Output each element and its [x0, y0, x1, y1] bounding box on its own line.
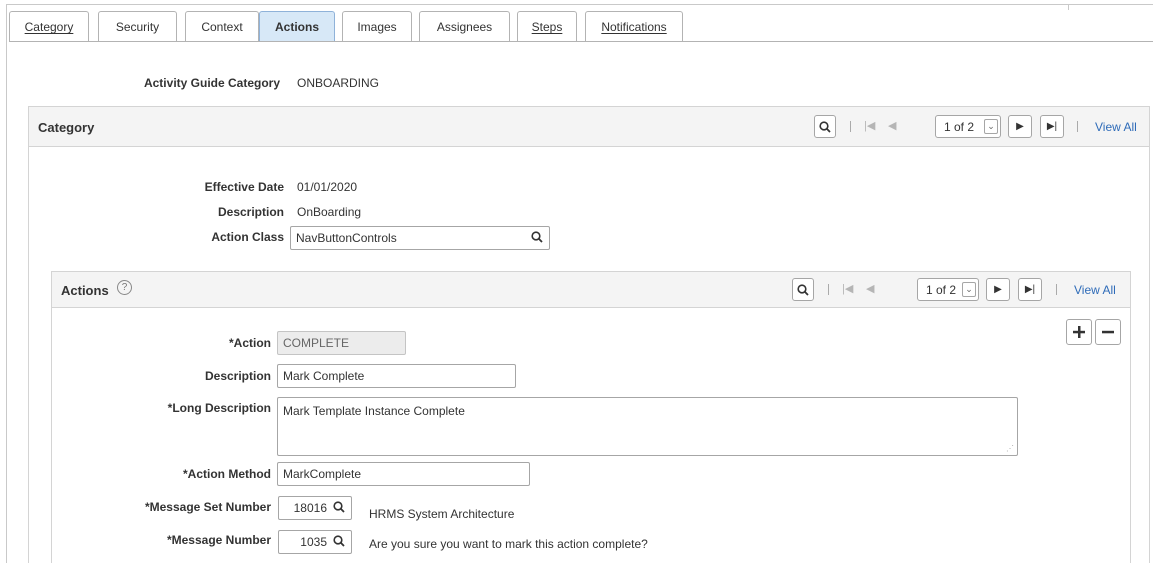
message-number-value: 1035 — [300, 535, 327, 549]
category-view-all-link[interactable]: View All — [1095, 120, 1137, 134]
tab-notifications[interactable]: Notifications — [585, 11, 683, 42]
pager-label: 1 of 2 — [926, 282, 957, 297]
last-page-icon[interactable]: ▶| — [1018, 278, 1042, 301]
action-class-value: NavButtonControls — [296, 231, 397, 245]
message-number-description: Are you sure you want to mark this actio… — [369, 537, 648, 551]
tab-label: Actions — [274, 20, 319, 34]
question-circle-icon[interactable]: ? — [117, 280, 132, 295]
message-number-field[interactable]: 1035 — [278, 530, 352, 554]
delete-row-button[interactable] — [1095, 319, 1121, 345]
top-border — [6, 4, 1153, 5]
actions-nav: |◀ ◀ 1 of 2 ⌄ ▶ ▶| View All — [792, 278, 1122, 302]
last-page-icon[interactable]: ▶| — [1040, 115, 1064, 138]
add-row-button[interactable] — [1066, 319, 1092, 345]
category-pager[interactable]: 1 of 2 ⌄ — [935, 115, 1001, 138]
next-icon[interactable]: ▶ — [1008, 115, 1032, 138]
message-set-number-label: *Message Set Number — [144, 500, 271, 514]
tab-baseline — [9, 41, 1153, 42]
first-page-icon: |◀ — [864, 120, 876, 132]
action-field: COMPLETE — [277, 331, 406, 355]
separator — [828, 284, 829, 295]
separator — [850, 121, 851, 132]
next-icon[interactable]: ▶ — [986, 278, 1010, 301]
description-label: Description — [204, 369, 271, 383]
description-field[interactable]: Mark Complete — [277, 364, 516, 388]
long-description-value: Mark Template Instance Complete — [283, 404, 465, 418]
tab-label: Context — [201, 20, 243, 34]
tab-label: Assignees — [436, 20, 493, 34]
action-method-field[interactable]: MarkComplete — [277, 462, 530, 486]
separator — [1056, 284, 1057, 295]
action-method-label: *Action Method — [183, 467, 271, 481]
tab-label: Notifications — [601, 20, 667, 34]
tab-context[interactable]: Context — [185, 11, 259, 42]
tab-steps[interactable]: Steps — [517, 11, 577, 42]
long-description-label: *Long Description — [167, 401, 271, 415]
activity-guide-category-label: Activity Guide Category — [143, 76, 280, 90]
search-icon[interactable] — [792, 278, 814, 301]
long-description-textarea[interactable]: Mark Template Instance Complete ⋰ — [277, 397, 1018, 456]
description-label: Description — [217, 205, 284, 219]
divider-tick — [1068, 5, 1069, 10]
activity-guide-category-value: ONBOARDING — [297, 76, 380, 90]
action-method-value: MarkComplete — [283, 467, 362, 481]
actions-panel-header: Actions |◀ ◀ 1 of 2 ⌄ ▶ ▶| View All — [52, 272, 1130, 308]
tab-label: Steps — [531, 20, 563, 34]
search-icon[interactable] — [531, 231, 543, 246]
left-border — [6, 4, 7, 563]
description-value: OnBoarding — [297, 205, 362, 219]
search-icon[interactable] — [814, 115, 836, 138]
description-value: Mark Complete — [283, 369, 365, 383]
tab-assignees[interactable]: Assignees — [419, 11, 510, 42]
search-icon[interactable] — [333, 501, 345, 516]
category-nav: |◀ ◀ 1 of 2 ⌄ ▶ ▶| View All — [814, 115, 1144, 139]
first-page-icon: |◀ — [842, 283, 854, 295]
previous-icon: ◀ — [866, 283, 875, 295]
category-panel-header: Category |◀ ◀ 1 of 2 ⌄ ▶ ▶| View All — [29, 107, 1149, 147]
actions-view-all-link[interactable]: View All — [1074, 283, 1116, 297]
actions-panel-title: Actions — [61, 283, 109, 298]
tab-actions[interactable]: Actions — [259, 11, 335, 42]
tab-label: Security — [115, 20, 160, 34]
tab-label: Images — [357, 20, 397, 34]
separator — [1077, 121, 1078, 132]
action-class-field[interactable]: NavButtonControls — [290, 226, 550, 250]
pager-label: 1 of 2 — [944, 119, 975, 134]
search-icon[interactable] — [333, 535, 345, 550]
resize-handle-icon[interactable]: ⋰ — [1006, 444, 1014, 453]
tab-category[interactable]: Category — [9, 11, 89, 42]
effective-date-value: 01/01/2020 — [297, 180, 358, 194]
action-value: COMPLETE — [283, 336, 350, 350]
chevron-down-icon: ⌄ — [962, 282, 976, 297]
previous-icon: ◀ — [888, 120, 897, 132]
tab-security[interactable]: Security — [98, 11, 177, 42]
category-panel-title: Category — [38, 120, 95, 135]
message-set-number-value: 18016 — [293, 501, 327, 515]
message-number-label: *Message Number — [166, 533, 271, 547]
effective-date-label: Effective Date — [204, 180, 284, 194]
message-set-description: HRMS System Architecture — [369, 507, 515, 521]
chevron-down-icon: ⌄ — [984, 119, 998, 134]
action-label: *Action — [229, 336, 271, 350]
tab-label: Category — [24, 20, 74, 34]
actions-pager[interactable]: 1 of 2 ⌄ — [917, 278, 979, 301]
tab-images[interactable]: Images — [342, 11, 412, 42]
message-set-number-field[interactable]: 18016 — [278, 496, 352, 520]
action-class-label: Action Class — [211, 230, 284, 244]
